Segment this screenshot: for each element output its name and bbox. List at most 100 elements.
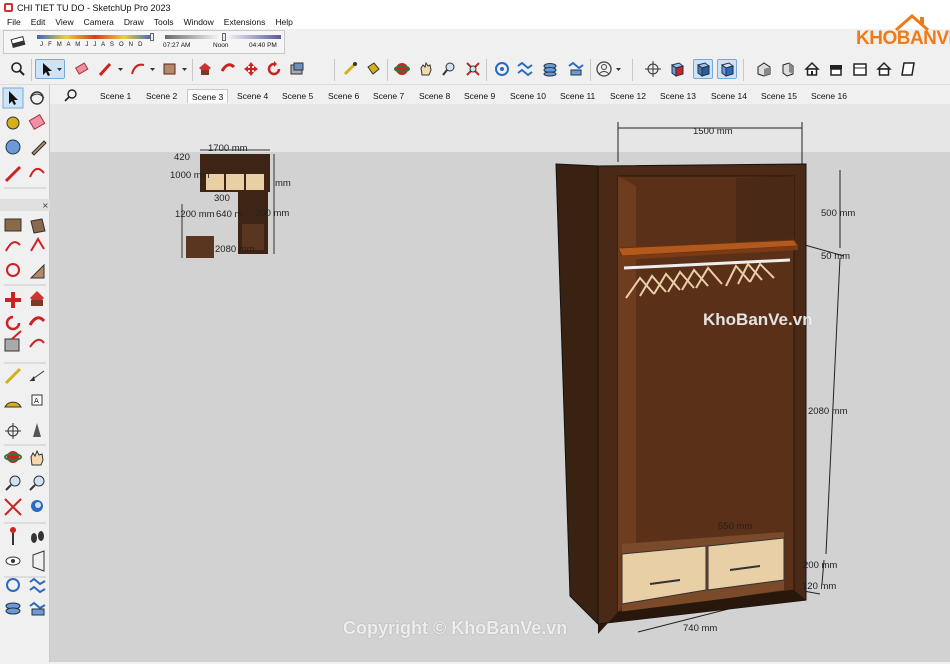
menu-draw[interactable]: Draw [119, 17, 149, 27]
orbit-button[interactable] [392, 59, 412, 79]
menu-extensions[interactable]: Extensions [219, 17, 271, 27]
menu-camera[interactable]: Camera [79, 17, 119, 27]
account-button[interactable] [594, 59, 624, 79]
search-icon[interactable] [64, 88, 78, 102]
small-dim-1200: 1200 mm [175, 209, 215, 220]
small-dim-200: 200 mm [255, 208, 290, 219]
tab-scene-15[interactable]: Scene 15 [757, 89, 801, 103]
dim-depth-550: 550 mm [718, 521, 753, 532]
dim-drawer-200: 200 mm [803, 560, 838, 571]
menu-view[interactable]: View [50, 17, 78, 27]
left-house-icon [876, 61, 892, 76]
tape-measure-button[interactable] [340, 59, 360, 79]
iso-view-button[interactable] [754, 59, 774, 79]
wardrobe-3d-model [555, 122, 845, 634]
offset-icon [290, 62, 304, 75]
right-view-button[interactable] [826, 59, 846, 79]
model-viewport[interactable]: 1700 mm 1000 mm 1200 mm 300 640 m 200 mm… [50, 104, 950, 662]
tab-scene-2[interactable]: Scene 2 [142, 89, 181, 103]
svg-text:A: A [34, 397, 39, 405]
small-dim-1700: 1700 mm [208, 143, 248, 154]
shadows-toggle-button[interactable] [8, 32, 28, 52]
zoom-extents-button[interactable] [8, 59, 28, 79]
rectangle-tool-button[interactable] [160, 59, 190, 79]
small-dim-420: 420 [174, 152, 190, 163]
select-tool-button[interactable] [35, 59, 65, 79]
xray-cube-icon [670, 62, 685, 77]
push-pull-button[interactable] [195, 59, 215, 79]
extension-button-3[interactable] [566, 59, 586, 79]
dim-drawer-740: 740 mm [683, 623, 718, 634]
tab-scene-13[interactable]: Scene 13 [656, 89, 700, 103]
date-slider[interactable] [37, 35, 153, 39]
menu-edit[interactable]: Edit [26, 17, 51, 27]
tab-scene-14[interactable]: Scene 14 [707, 89, 751, 103]
menu-window[interactable]: Window [179, 17, 219, 27]
line-tool-button[interactable] [96, 59, 126, 79]
xray-style-button[interactable] [667, 59, 687, 79]
textured-style-button[interactable] [717, 59, 737, 79]
tab-scene-10[interactable]: Scene 10 [506, 89, 550, 103]
month-labels: J F M A M J J A S O N D [40, 42, 145, 48]
tab-scene-9[interactable]: Scene 9 [460, 89, 499, 103]
follow-me-icon [220, 63, 236, 72]
window-title: CHI TIET TU DO - SketchUp Pro 2023 [17, 2, 171, 13]
menu-help[interactable]: Help [270, 17, 297, 27]
tab-scene-3[interactable]: Scene 3 [187, 89, 229, 103]
bottom-view-button[interactable] [898, 59, 918, 79]
pan-button[interactable] [416, 59, 436, 79]
paint-bucket-icon [367, 62, 380, 75]
tab-scene-12[interactable]: Scene 12 [606, 89, 650, 103]
menu-tools[interactable]: Tools [149, 17, 179, 27]
top-view-icon [782, 62, 794, 77]
extension-button-2[interactable] [540, 59, 560, 79]
warehouse-button[interactable] [492, 59, 512, 79]
move-tool-button[interactable] [241, 59, 261, 79]
user-account-icon [596, 61, 621, 77]
hand-icon [420, 61, 432, 76]
standard-views-button[interactable] [643, 59, 663, 79]
arrow-cursor-icon [43, 63, 62, 76]
tab-scene-5[interactable]: Scene 5 [278, 89, 317, 103]
eraser-shadow-icon [10, 35, 26, 49]
tab-scene-16[interactable]: Scene 16 [807, 89, 851, 103]
move-arrows-icon [244, 62, 258, 76]
time-slider-thumb[interactable] [222, 33, 226, 41]
front-view-button[interactable] [802, 59, 822, 79]
back-view-button[interactable] [850, 59, 870, 79]
dim-width-1500: 1500 mm [693, 126, 733, 137]
watermark-copyright: Copyright © KhoBanVe.vn [343, 618, 568, 638]
menu-bar: File Edit View Camera Draw Tools Window … [0, 15, 950, 29]
left-view-button[interactable] [874, 59, 894, 79]
zoom-extents-2-button[interactable] [463, 59, 483, 79]
zoom-icon [442, 62, 455, 76]
top-view-button[interactable] [778, 59, 798, 79]
menu-file[interactable]: File [2, 17, 26, 27]
orbit-icon [394, 63, 410, 75]
offset-tool-button[interactable] [287, 59, 307, 79]
left-tools-icons: × A [0, 87, 50, 616]
time-start-label: 07:27 AM [163, 42, 191, 49]
paint-bucket-button[interactable] [363, 59, 383, 79]
date-slider-thumb[interactable] [150, 33, 154, 41]
tab-scene-6[interactable]: Scene 6 [324, 89, 363, 103]
extension-manager-icon [568, 61, 584, 76]
rotate-tool-button[interactable] [264, 59, 284, 79]
arc-tool-button[interactable] [128, 59, 158, 79]
tab-scene-7[interactable]: Scene 7 [369, 89, 408, 103]
small-dim-1000: 1000 mm [170, 170, 210, 181]
small-dim-300: 300 [214, 193, 230, 204]
tab-scene-8[interactable]: Scene 8 [415, 89, 454, 103]
warehouse-icon [495, 62, 509, 76]
title-bar: CHI TIET TU DO - SketchUp Pro 2023 [0, 0, 950, 15]
follow-me-button[interactable] [218, 59, 238, 79]
zoom-button[interactable] [439, 59, 459, 79]
extension-button-1[interactable] [515, 59, 535, 79]
tab-scene-1[interactable]: Scene 1 [96, 89, 135, 103]
shaded-cube-icon [696, 62, 711, 77]
eraser-tool-button[interactable] [72, 59, 92, 79]
tab-scene-4[interactable]: Scene 4 [233, 89, 272, 103]
tab-scene-11[interactable]: Scene 11 [556, 89, 599, 103]
time-noon-label: Noon [213, 42, 229, 49]
shaded-style-button[interactable] [693, 59, 713, 79]
